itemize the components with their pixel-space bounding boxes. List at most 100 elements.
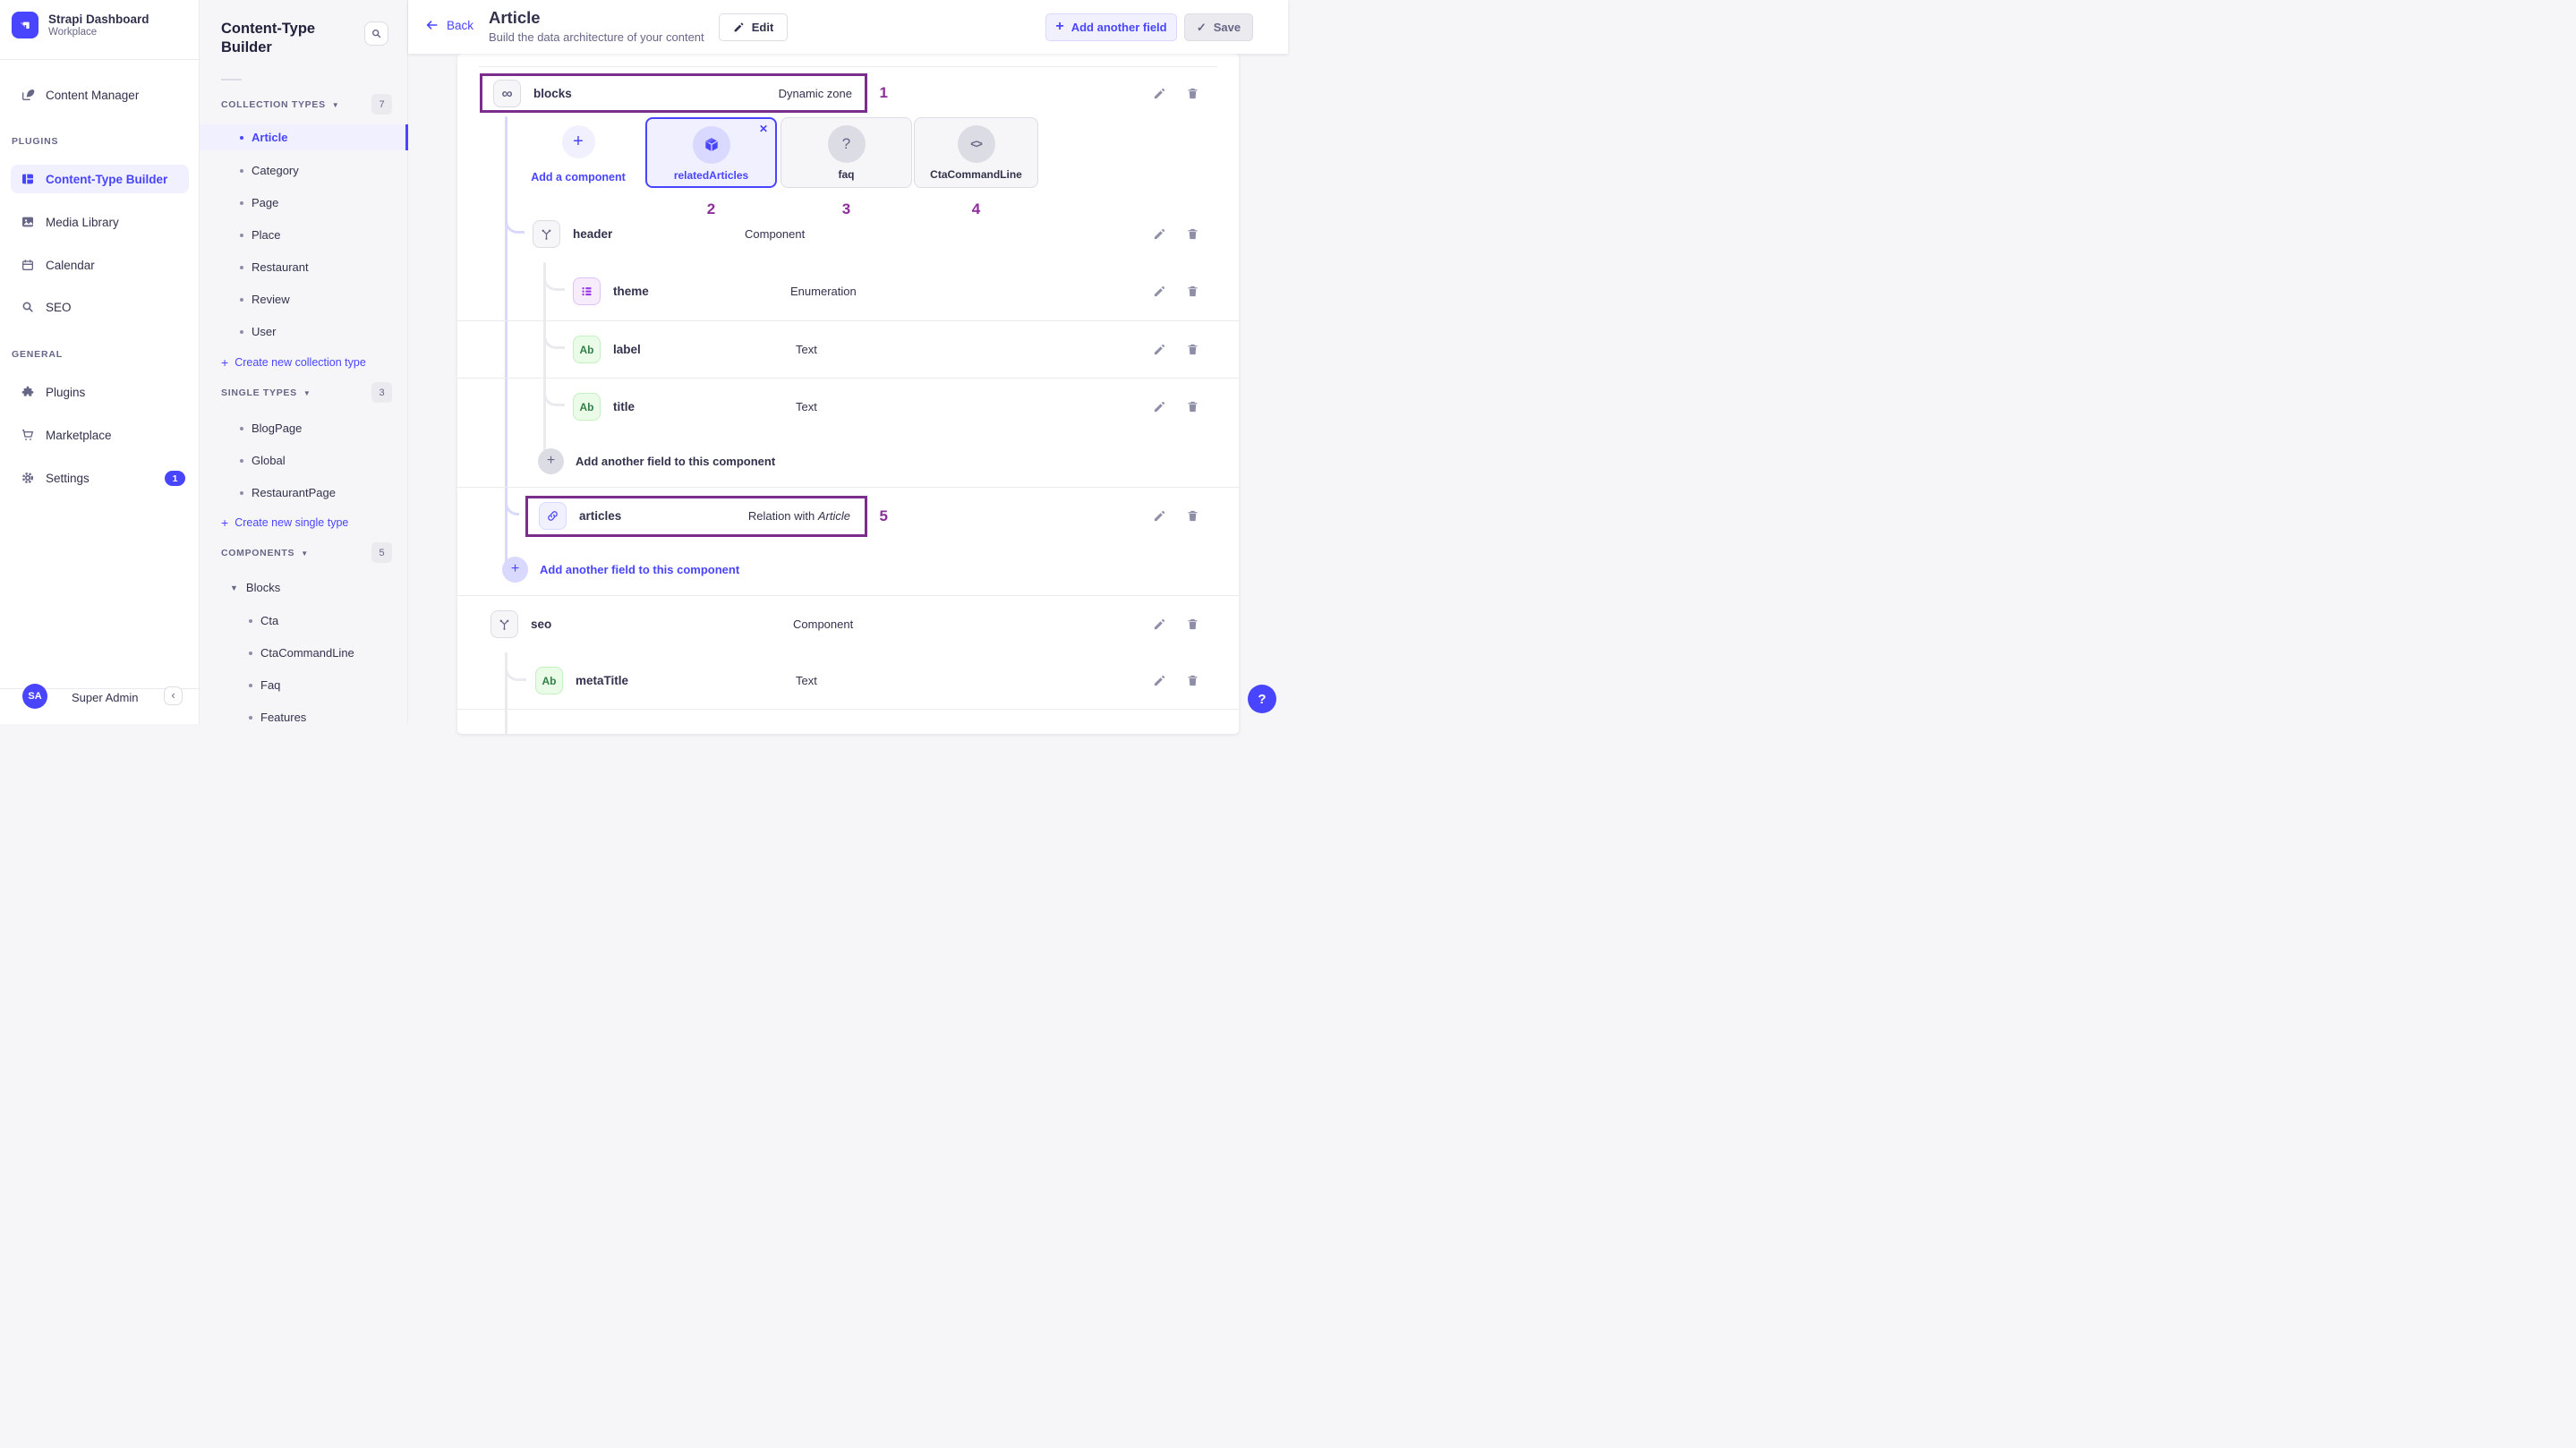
delete-field-button[interactable] xyxy=(1186,285,1199,298)
collection-type-category[interactable]: Category xyxy=(200,158,408,183)
bullet-icon xyxy=(240,427,243,430)
plus-icon: + xyxy=(562,125,595,158)
sidebar-item-plugins[interactable]: Plugins xyxy=(11,378,189,406)
component-chip-ctacommandline[interactable]: <> CtaCommandLine xyxy=(914,117,1038,188)
avatar[interactable]: SA xyxy=(22,684,47,709)
bullet-icon xyxy=(249,652,252,655)
single-type-restaurantpage[interactable]: RestaurantPage xyxy=(200,480,408,506)
add-another-field-button[interactable]: + Add another field xyxy=(1045,13,1177,41)
delete-field-button[interactable] xyxy=(1186,618,1199,631)
single-type-global[interactable]: Global xyxy=(200,447,408,473)
edit-button[interactable]: Edit xyxy=(719,13,788,41)
component-group-blocks[interactable]: ▼Blocks xyxy=(230,581,280,594)
check-icon: ✓ xyxy=(1197,21,1207,35)
edit-field-button[interactable] xyxy=(1153,227,1166,241)
calendar-icon xyxy=(20,258,35,273)
field-row-blocks[interactable]: ∞ blocks Dynamic zone 1 xyxy=(457,73,1239,113)
field-row-articles[interactable]: articles Relation with Article 5 xyxy=(457,487,1239,544)
field-name: articles xyxy=(579,509,621,523)
close-icon[interactable]: ✕ xyxy=(759,123,768,135)
sidebar-item-label: Calendar xyxy=(46,259,95,272)
collection-type-place[interactable]: Place xyxy=(200,222,408,248)
single-types-header[interactable]: SINGLE TYPES ▼ xyxy=(221,388,311,398)
field-name: header xyxy=(573,227,612,241)
collection-types-header[interactable]: COLLECTION TYPES ▼ xyxy=(221,99,339,110)
field-row-header[interactable]: header Component xyxy=(457,205,1239,262)
collapse-sidebar-button[interactable]: ‹ xyxy=(164,686,183,705)
sidebar-item-content-type-builder[interactable]: Content-Type Builder xyxy=(11,165,189,193)
workspace-name: Workplace xyxy=(48,27,149,38)
chevron-down-icon: ▼ xyxy=(332,101,340,109)
edit-field-button[interactable] xyxy=(1153,509,1166,523)
add-component-button[interactable]: + Add a component xyxy=(524,125,633,183)
sidebar-item-label: Settings xyxy=(46,472,90,485)
collection-types-count: 7 xyxy=(371,94,392,115)
question-icon: ? xyxy=(828,125,866,163)
puzzle-icon xyxy=(20,385,35,400)
bullet-icon xyxy=(240,459,243,463)
sidebar-item-media-library[interactable]: Media Library xyxy=(11,208,189,236)
plus-icon: + xyxy=(221,515,228,530)
help-button[interactable]: ? xyxy=(1248,685,1276,713)
delete-field-button[interactable] xyxy=(1186,87,1199,100)
components-header[interactable]: COMPONENTS ▼ xyxy=(221,548,309,558)
sidebar-item-label: Content-Type Builder xyxy=(46,173,167,186)
collection-type-article[interactable]: Article xyxy=(200,124,408,150)
collection-type-review[interactable]: Review xyxy=(200,286,408,312)
edit-field-button[interactable] xyxy=(1153,618,1166,631)
sidebar-item-seo[interactable]: SEO xyxy=(11,293,189,321)
delete-field-button[interactable] xyxy=(1186,343,1199,356)
add-field-to-component-outer[interactable]: + Add another field to this component xyxy=(457,541,1239,598)
cube-icon xyxy=(693,126,730,164)
pencil-icon xyxy=(733,21,745,33)
bullet-icon xyxy=(240,201,243,205)
field-row-theme[interactable]: theme Enumeration xyxy=(457,262,1239,319)
collection-type-user[interactable]: User xyxy=(200,319,408,345)
edit-field-button[interactable] xyxy=(1153,674,1166,687)
bullet-icon xyxy=(249,684,252,687)
sidebar-item-marketplace[interactable]: Marketplace xyxy=(11,421,189,449)
edit-field-button[interactable] xyxy=(1153,343,1166,356)
back-link[interactable]: Back xyxy=(425,18,473,32)
layout-grid-icon xyxy=(20,172,35,187)
component-chip-relatedarticles[interactable]: ✕ relatedArticles xyxy=(645,117,777,188)
collection-type-restaurant[interactable]: Restaurant xyxy=(200,254,408,280)
tour-highlight-box-5: articles Relation with Article 5 xyxy=(525,496,867,537)
component-features[interactable]: Features xyxy=(200,704,408,730)
add-field-to-component-inner[interactable]: + Add another field to this component xyxy=(457,432,1239,490)
sidebar-item-settings[interactable]: Settings xyxy=(11,464,189,492)
bullet-icon xyxy=(240,169,243,173)
create-collection-type-link[interactable]: +Create new collection type xyxy=(221,355,366,370)
divider xyxy=(221,79,242,81)
sidebar-item-content-manager[interactable]: Content Manager xyxy=(11,81,189,109)
field-name: seo xyxy=(531,618,551,631)
edit-field-button[interactable] xyxy=(1153,87,1166,100)
field-type: Text xyxy=(796,400,817,413)
field-row-seo[interactable]: seo Component xyxy=(457,595,1239,652)
delete-field-button[interactable] xyxy=(1186,227,1199,241)
single-type-blogpage[interactable]: BlogPage xyxy=(200,415,408,441)
component-chip-faq[interactable]: ? faq xyxy=(780,117,912,188)
single-types-count: 3 xyxy=(371,382,392,403)
field-row-title[interactable]: Ab title Text xyxy=(457,378,1239,435)
delete-field-button[interactable] xyxy=(1186,509,1199,523)
collection-type-page[interactable]: Page xyxy=(200,190,408,216)
bullet-icon xyxy=(240,330,243,334)
save-button[interactable]: ✓ Save xyxy=(1184,13,1253,41)
create-single-type-link[interactable]: +Create new single type xyxy=(221,515,348,530)
component-faq[interactable]: Faq xyxy=(200,672,408,698)
edit-field-button[interactable] xyxy=(1153,285,1166,298)
delete-field-button[interactable] xyxy=(1186,400,1199,413)
field-row-metatitle[interactable]: Ab metaTitle Text xyxy=(457,652,1239,710)
edit-field-button[interactable] xyxy=(1153,400,1166,413)
component-ctacommandline[interactable]: CtaCommandLine xyxy=(200,640,408,666)
component-cta[interactable]: Cta xyxy=(200,608,408,634)
delete-field-button[interactable] xyxy=(1186,674,1199,687)
search-button[interactable] xyxy=(364,21,388,46)
sidebar-item-label: SEO xyxy=(46,301,72,314)
tour-highlight-box-1: ∞ blocks Dynamic zone 1 xyxy=(480,73,867,113)
field-name: metaTitle xyxy=(576,674,628,687)
sidebar-item-calendar[interactable]: Calendar xyxy=(11,251,189,279)
field-row-label[interactable]: Ab label Text xyxy=(457,320,1239,378)
text-field-icon: Ab xyxy=(573,336,601,363)
